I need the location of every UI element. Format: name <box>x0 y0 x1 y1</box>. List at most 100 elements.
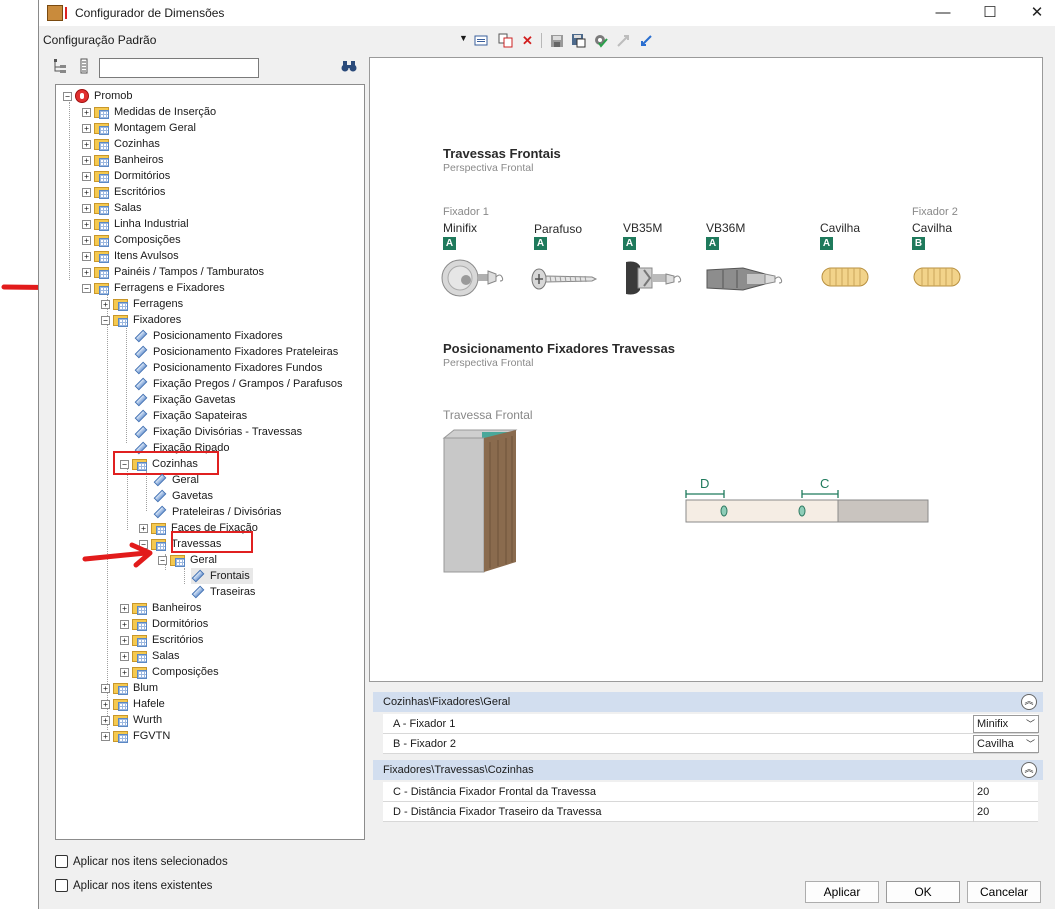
checkbox-box[interactable] <box>55 879 68 892</box>
tree-node[interactable]: + Linha Industrial <box>82 216 189 232</box>
group-header[interactable]: Fixadores\Travessas\Cozinhas ︽ <box>373 760 1043 780</box>
tree-node[interactable]: + Composições <box>120 664 219 680</box>
fixador2-select[interactable]: Cavilha ﹀ <box>973 735 1039 753</box>
expand-toggle[interactable]: + <box>82 267 91 277</box>
tree-node-fixadores[interactable]: − Fixadores <box>101 312 181 328</box>
tree-leaf[interactable]: Traseiras <box>191 584 255 600</box>
import-icon[interactable] <box>638 32 655 49</box>
expand-toggle[interactable]: + <box>101 683 110 693</box>
settings-check-icon[interactable] <box>592 32 609 49</box>
ok-button[interactable]: OK <box>886 881 960 903</box>
expand-toggle[interactable]: + <box>120 619 129 629</box>
tree-label: Salas <box>114 202 142 214</box>
expand-toggle[interactable]: + <box>82 251 91 261</box>
close-button[interactable]: ✕ <box>1014 0 1055 26</box>
tree-leaf-frontais-selected[interactable]: Frontais <box>191 568 253 584</box>
tree-node-ferragens-fixadores[interactable]: − Ferragens e Fixadores <box>82 280 225 296</box>
tree-leaf[interactable]: Gavetas <box>153 488 213 504</box>
apply-button[interactable]: Aplicar <box>805 881 879 903</box>
tree-leaf[interactable]: Geral <box>153 472 199 488</box>
collapse-toggle[interactable]: − <box>101 315 110 325</box>
apply-existing-checkbox[interactable]: Aplicar nos itens existentes <box>55 879 212 892</box>
tag-icon <box>191 569 205 583</box>
tree-node-promob[interactable]: − Promob <box>63 88 133 104</box>
tree-node[interactable]: + Medidas de Inserção <box>82 104 216 120</box>
save-as-icon[interactable] <box>570 32 587 49</box>
expand-toggle[interactable]: + <box>82 219 91 229</box>
tree-node[interactable]: + Banheiros <box>82 152 164 168</box>
tree-node[interactable]: + Dormitórios <box>82 168 170 184</box>
tree-node[interactable]: + Escritórios <box>82 184 165 200</box>
tree-node[interactable]: + Montagem Geral <box>82 120 196 136</box>
tree-leaf[interactable]: Fixação Divisórias - Travessas <box>134 424 302 440</box>
tree-search-input[interactable] <box>99 58 259 78</box>
collapse-group-icon[interactable]: ︽ <box>1021 694 1037 710</box>
expand-tree-icon[interactable] <box>53 58 69 77</box>
configuration-tree[interactable]: − Promob + Medidas de Inserção + Montagem … <box>55 84 365 840</box>
tree-node[interactable]: + Painéis / Tampos / Tamburatos <box>82 264 264 280</box>
tree-node[interactable]: + Cozinhas <box>82 136 160 152</box>
expand-toggle[interactable]: + <box>82 139 91 149</box>
expand-toggle[interactable]: + <box>101 699 110 709</box>
distance-back-input[interactable]: 20 <box>973 802 1038 822</box>
tree-leaf[interactable]: Fixação Sapateiras <box>134 408 247 424</box>
maximize-button[interactable]: ☐ <box>967 0 1013 26</box>
fixador1-select[interactable]: Minifix ﹀ <box>973 715 1039 733</box>
collapse-toggle[interactable]: − <box>63 91 72 101</box>
expand-toggle[interactable]: + <box>120 603 129 613</box>
tree-leaf[interactable]: Posicionamento Fixadores Fundos <box>134 360 322 376</box>
tree-node[interactable]: + Composições <box>82 232 181 248</box>
checkbox-box[interactable] <box>55 855 68 868</box>
tree-node[interactable]: + Salas <box>120 648 180 664</box>
tree-node[interactable]: + Blum <box>101 680 158 696</box>
tree-node-geral[interactable]: − Geral <box>158 552 217 568</box>
find-binoculars-icon[interactable] <box>341 59 357 76</box>
export-disabled-icon[interactable] <box>615 32 632 49</box>
group-header[interactable]: Cozinhas\Fixadores\Geral ︽ <box>373 692 1043 712</box>
tree-node[interactable]: + Wurth <box>101 712 162 728</box>
tree-node[interactable]: + FGVTN <box>101 728 170 744</box>
new-config-icon[interactable] <box>473 32 490 49</box>
expand-toggle[interactable]: + <box>120 635 129 645</box>
title-bar: Configurador de Dimensões — ☐ ✕ <box>39 0 1055 26</box>
folder-grid-icon <box>94 282 110 295</box>
config-dropdown-icon[interactable]: ▼ <box>459 33 468 43</box>
tree-leaf[interactable]: Prateleiras / Divisórias <box>153 504 281 520</box>
tree-node[interactable]: + Dormitórios <box>120 616 208 632</box>
tree-leaf[interactable]: Posicionamento Fixadores <box>134 328 283 344</box>
tree-leaf[interactable]: Fixação Pregos / Grampos / Parafusos <box>134 376 343 392</box>
tree-node[interactable]: + Banheiros <box>120 600 202 616</box>
collapse-toggle[interactable]: − <box>82 283 91 293</box>
expand-toggle[interactable]: + <box>82 107 91 117</box>
expand-toggle[interactable]: + <box>82 187 91 197</box>
config-selector[interactable]: Configuração Padrão <box>43 33 156 47</box>
delete-config-icon[interactable]: ✕ <box>519 32 536 49</box>
expand-toggle[interactable]: + <box>82 203 91 213</box>
tree-leaf[interactable]: Posicionamento Fixadores Prateleiras <box>134 344 338 360</box>
cancel-button[interactable]: Cancelar <box>967 881 1041 903</box>
tree-node[interactable]: + Ferragens <box>101 296 183 312</box>
expand-toggle[interactable]: + <box>101 731 110 741</box>
tree-label: Fixação Pregos / Grampos / Parafusos <box>153 378 343 390</box>
copy-config-icon[interactable] <box>497 32 514 49</box>
tree-node[interactable]: + Salas <box>82 200 142 216</box>
tree-node[interactable]: + Escritórios <box>120 632 203 648</box>
save-icon[interactable] <box>548 32 565 49</box>
distance-front-input[interactable]: 20 <box>973 782 1038 802</box>
minimize-button[interactable]: — <box>920 0 966 26</box>
expand-toggle[interactable]: + <box>101 299 110 309</box>
collapse-group-icon[interactable]: ︽ <box>1021 762 1037 778</box>
expand-toggle[interactable]: + <box>82 171 91 181</box>
tree-leaf[interactable]: Fixação Gavetas <box>134 392 236 408</box>
apply-selected-checkbox[interactable]: Aplicar nos itens selecionados <box>55 855 228 868</box>
expand-toggle[interactable]: + <box>82 155 91 165</box>
collapse-tree-icon[interactable] <box>78 58 90 77</box>
tree-node[interactable]: + Itens Avulsos <box>82 248 179 264</box>
expand-toggle[interactable]: + <box>139 523 148 533</box>
expand-toggle[interactable]: + <box>120 651 129 661</box>
expand-toggle[interactable]: + <box>120 667 129 677</box>
tree-node[interactable]: + Hafele <box>101 696 165 712</box>
expand-toggle[interactable]: + <box>82 123 91 133</box>
expand-toggle[interactable]: + <box>101 715 110 725</box>
expand-toggle[interactable]: + <box>82 235 91 245</box>
